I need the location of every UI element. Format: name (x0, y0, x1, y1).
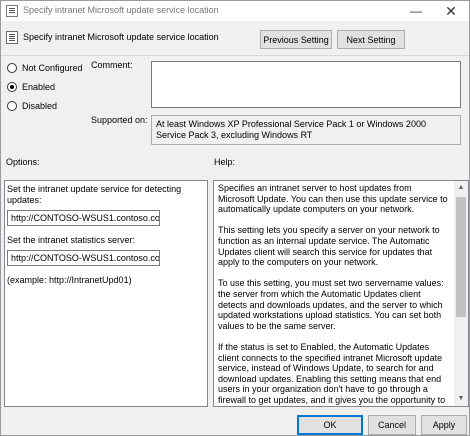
scroll-down-arrow-icon[interactable]: ▼ (454, 392, 468, 406)
radio-label: Disabled (22, 101, 58, 111)
policy-icon (6, 5, 18, 17)
close-icon[interactable]: ✕ (434, 1, 468, 21)
options-label: Options: (6, 157, 40, 167)
example-text: (example: http://IntranetUpd01) (7, 275, 132, 285)
supported-on-label: Supported on: (91, 115, 148, 125)
header-divider (1, 55, 469, 56)
policy-dialog: Specify intranet Microsoft update servic… (0, 0, 470, 436)
setting-title: Specify intranet Microsoft update servic… (23, 32, 219, 42)
ok-button[interactable]: OK (297, 415, 363, 435)
supported-on-value: At least Windows XP Professional Service… (151, 115, 461, 145)
detect-server-input[interactable]: http://CONTOSO-WSUS1.contoso.com:8 (7, 210, 160, 226)
help-paragraph: To use this setting, you must set two se… (218, 278, 444, 331)
help-paragraph: This setting lets you specify a server o… (218, 225, 440, 268)
help-label: Help: (214, 157, 236, 167)
minimize-icon[interactable]: — (399, 1, 433, 21)
scrollbar-thumb[interactable] (456, 197, 466, 317)
statistics-server-input[interactable]: http://CONTOSO-WSUS1.contoso.com:8 (7, 250, 160, 266)
comment-textarea[interactable] (151, 61, 461, 108)
radio-disabled[interactable]: Disabled (7, 101, 57, 111)
radio-not-configured[interactable]: Not Configured (7, 63, 83, 73)
title-bar: Specify intranet Microsoft update servic… (1, 1, 469, 21)
next-setting-button[interactable]: Next Setting (337, 30, 405, 49)
help-paragraph: If the status is set to Enabled, the Aut… (218, 341, 446, 406)
previous-setting-button[interactable]: Previous Setting (260, 30, 332, 49)
radio-enabled[interactable]: Enabled (7, 82, 55, 92)
help-panel: Specifies an intranet server to host upd… (213, 180, 469, 407)
detect-server-label: Set the intranet update service for dete… (7, 184, 182, 205)
apply-button[interactable]: Apply (421, 415, 467, 435)
scroll-up-arrow-icon[interactable]: ▲ (454, 181, 468, 195)
statistics-server-label: Set the intranet statistics server: (7, 235, 136, 245)
window-title: Specify intranet Microsoft update servic… (23, 5, 219, 15)
radio-circle[interactable] (7, 82, 17, 92)
cancel-button[interactable]: Cancel (368, 415, 416, 435)
comment-label: Comment: (91, 60, 133, 70)
setting-icon (6, 31, 18, 44)
help-text: Specifies an intranet server to host upd… (218, 183, 448, 406)
radio-circle[interactable] (7, 63, 17, 73)
help-paragraph: Specifies an intranet server to host upd… (218, 183, 448, 215)
radio-circle[interactable] (7, 101, 17, 111)
options-panel: Set the intranet update service for dete… (4, 180, 208, 407)
radio-label: Enabled (22, 82, 56, 92)
radio-label: Not Configured (22, 63, 83, 73)
help-scrollbar[interactable]: ▲ ▼ (454, 181, 468, 406)
